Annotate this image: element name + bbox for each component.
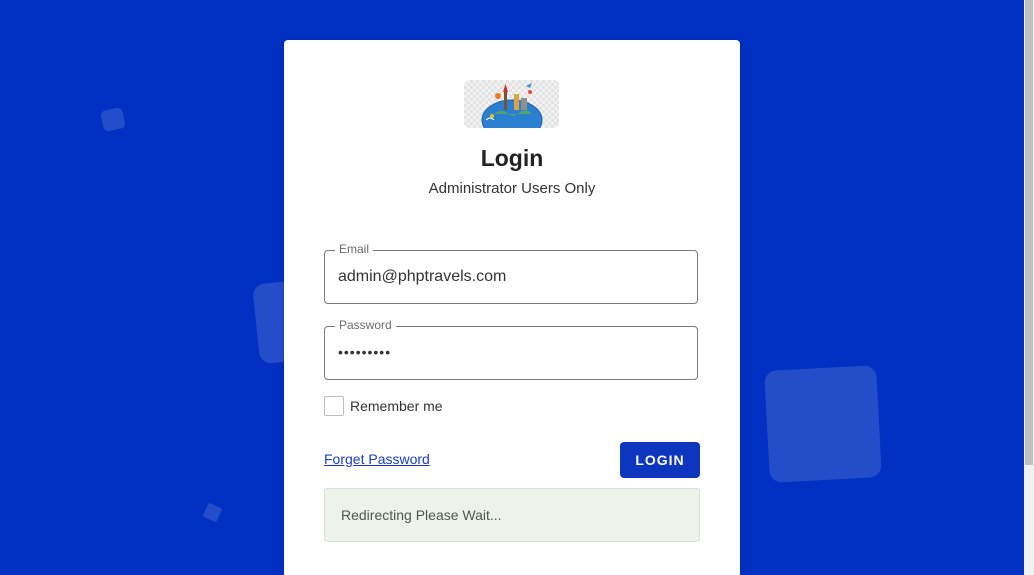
- password-field[interactable]: Password •••••••••: [324, 318, 698, 380]
- page-subtitle: Administrator Users Only: [428, 180, 596, 197]
- status-message: Redirecting Please Wait...: [341, 507, 502, 523]
- scrollbar-thumb[interactable]: [1025, 0, 1033, 465]
- travel-globe-logo-icon: [464, 80, 559, 128]
- remember-me-checkbox[interactable]: [324, 396, 344, 416]
- login-button[interactable]: LOGIN: [620, 442, 700, 478]
- background-decoration: [100, 106, 126, 133]
- login-card: Login Administrator Users Only Email adm…: [284, 40, 740, 575]
- email-field[interactable]: Email admin@phptravels.com: [324, 242, 698, 304]
- status-alert: Redirecting Please Wait...: [324, 488, 700, 542]
- email-label: Email: [335, 242, 374, 256]
- forget-password-link[interactable]: Forget Password: [324, 451, 430, 467]
- password-label: Password: [335, 318, 396, 332]
- scrollbar[interactable]: [1024, 0, 1034, 575]
- page-title: Login: [480, 145, 544, 171]
- login-page: Login Administrator Users Only Email adm…: [0, 0, 1034, 575]
- email-value[interactable]: admin@phptravels.com: [338, 268, 506, 286]
- background-decoration: [202, 502, 223, 523]
- remember-me-label[interactable]: Remember me: [350, 398, 443, 414]
- background-decoration: [764, 365, 882, 483]
- password-value[interactable]: •••••••••: [338, 344, 391, 360]
